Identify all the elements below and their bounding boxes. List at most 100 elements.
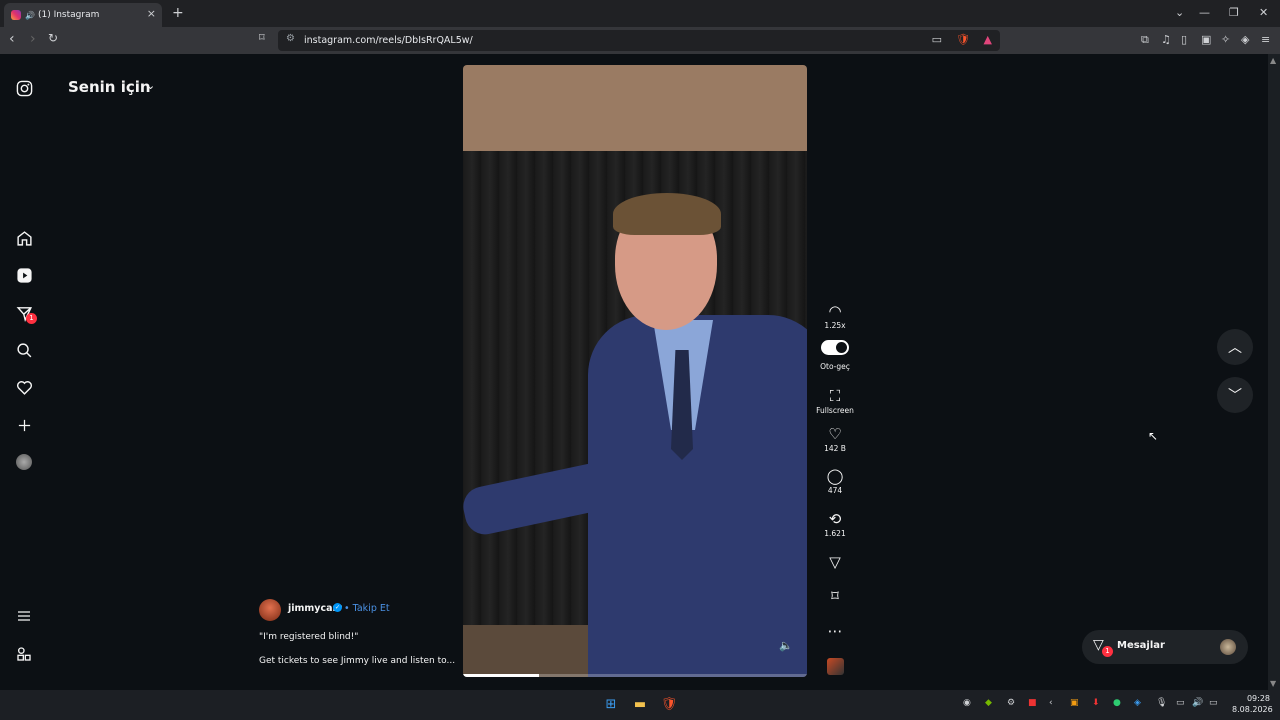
leo-ai-icon[interactable]: ✧: [1221, 33, 1230, 46]
speaker-icon[interactable]: 🔊: [1192, 698, 1203, 708]
scroll-down-icon[interactable]: ▼: [1270, 679, 1276, 688]
repost-icon: ⟲: [828, 510, 842, 528]
heart-icon: ♡: [828, 425, 842, 443]
messages-badge: 1: [1102, 646, 1113, 657]
ellipsis-icon: ⋯: [827, 622, 843, 640]
bookmark-icon[interactable]: ⌑: [259, 31, 265, 44]
new-tab-button[interactable]: +: [172, 5, 184, 21]
playback-speed-button[interactable]: ◠ 1.25x: [812, 302, 858, 330]
follow-button[interactable]: • Takip Et: [344, 603, 390, 614]
instagram-logo-icon[interactable]: [14, 78, 34, 98]
repost-button[interactable]: ⟲ 1.621: [812, 510, 858, 538]
tray-app-icon[interactable]: ⚙: [1007, 698, 1015, 708]
save-button[interactable]: ⌑: [812, 587, 858, 605]
extensions-icon[interactable]: ⧉: [1141, 33, 1149, 47]
windows-taskbar: ⊞ ▬ 🛡 ◉ ◆ ⚙ ■ ‹ ▣ ⬇ ● ◈ 🎙 ▭ 🔊 ▭ 09:28 8.…: [0, 690, 1280, 720]
system-clock[interactable]: 09:28 8.08.2026: [1232, 693, 1273, 715]
network-icon[interactable]: ▭: [1176, 698, 1185, 708]
tray-folder-icon[interactable]: ▣: [1070, 698, 1079, 708]
volume-icon[interactable]: 🔈: [779, 639, 793, 652]
search-icon[interactable]: [14, 340, 34, 360]
file-explorer-icon[interactable]: ▬: [631, 696, 649, 714]
like-button[interactable]: ♡ 142 B: [812, 425, 858, 453]
tray-nvidia-icon[interactable]: ◆: [985, 698, 992, 708]
also-from-meta-icon[interactable]: [14, 644, 34, 664]
tray-chevron-icon[interactable]: ‹: [1049, 698, 1053, 708]
sidebar-icon[interactable]: ▯: [1181, 33, 1187, 46]
cast-icon[interactable]: ▭: [932, 33, 942, 46]
speaker-icon[interactable]: 🔊: [25, 11, 35, 20]
share-button[interactable]: ▽: [812, 553, 858, 571]
clock-date: 8.08.2026: [1232, 705, 1273, 714]
address-toolbar: ‹ › ↻ ⌑ ⚙ instagram.com/reels/DbIsRrQAL5…: [0, 27, 1280, 54]
vpn-icon[interactable]: ◈: [1241, 33, 1249, 46]
chevron-down-icon: ﹀: [1228, 388, 1242, 404]
caption-line-1: "I'm registered blind!": [259, 632, 359, 642]
fullscreen-button[interactable]: ⛶ Fullscreen: [812, 387, 858, 415]
url-text: instagram.com/reels/DbIsRrQAL5w/: [304, 35, 473, 46]
brave-browser-icon[interactable]: 🛡: [660, 696, 678, 714]
home-icon[interactable]: [14, 228, 34, 248]
author-avatar[interactable]: [259, 599, 281, 621]
maximize-button[interactable]: ❐: [1229, 6, 1239, 19]
mouse-cursor-icon: ↖: [1148, 429, 1159, 443]
reel-video[interactable]: 🔈: [463, 65, 807, 677]
tray-update-icon[interactable]: ●: [1113, 698, 1121, 708]
chevron-up-icon: ︿: [1228, 340, 1242, 356]
menu-icon[interactable]: ≡: [1261, 33, 1270, 46]
close-tab-icon[interactable]: ×: [147, 7, 156, 20]
browser-tab[interactable]: 🔊 (1) Instagram ×: [4, 3, 162, 27]
likes-count: 142 B: [824, 444, 846, 453]
brave-shield-icon[interactable]: 🛡: [956, 33, 970, 46]
send-icon: ▽: [829, 553, 841, 571]
comment-button[interactable]: ◯ 474: [812, 467, 858, 495]
fullscreen-icon: ⛶: [829, 387, 841, 405]
tab-search-icon[interactable]: ⌄: [1175, 6, 1184, 19]
scroll-up-icon[interactable]: ▲: [1270, 56, 1276, 65]
browser-tab-bar: 🔊 (1) Instagram × + ⌄ — ❐ ✕: [0, 0, 1280, 27]
chevron-down-icon[interactable]: ⌄: [146, 79, 155, 92]
next-reel-button[interactable]: ﹀: [1217, 377, 1253, 413]
forward-icon[interactable]: ›: [30, 31, 36, 47]
caption-line-2[interactable]: Get tickets to see Jimmy live and listen…: [259, 656, 455, 666]
video-wall: [463, 65, 807, 151]
notifications-heart-icon[interactable]: [14, 377, 34, 397]
video-progress-bar[interactable]: [463, 674, 807, 677]
create-plus-icon[interactable]: [14, 415, 34, 435]
tray-record-icon[interactable]: ■: [1028, 698, 1037, 708]
messages-panel-button[interactable]: ▽ 1 Mesajlar: [1082, 630, 1248, 664]
page-scrollbar[interactable]: ▲ ▼: [1268, 54, 1280, 690]
comments-count: 474: [827, 486, 843, 495]
autoplay-toggle[interactable]: Oto-geç: [812, 340, 858, 371]
close-window-button[interactable]: ✕: [1259, 6, 1268, 19]
battery-icon[interactable]: ▭: [1209, 698, 1218, 708]
bookmark-save-icon: ⌑: [831, 587, 839, 605]
feed-title[interactable]: Senin için: [68, 78, 151, 96]
reels-icon[interactable]: [14, 265, 34, 285]
profile-avatar[interactable]: [16, 454, 32, 470]
dm-badge: 1: [26, 313, 37, 324]
speedometer-icon: ◠: [828, 302, 842, 320]
audio-track-thumbnail[interactable]: [827, 658, 844, 675]
autoplay-label: Oto-geç: [820, 362, 850, 371]
back-icon[interactable]: ‹: [9, 31, 15, 47]
media-icon[interactable]: ♫: [1161, 33, 1171, 46]
minimize-button[interactable]: —: [1199, 6, 1210, 19]
tray-download-icon[interactable]: ⬇: [1092, 698, 1100, 708]
brave-rewards-icon[interactable]: ▲: [984, 33, 992, 46]
messages-label: Mesajlar: [1117, 640, 1165, 651]
microphone-icon[interactable]: 🎙: [1156, 698, 1167, 708]
url-field[interactable]: ⚙ instagram.com/reels/DbIsRrQAL5w/ ▭ 🛡 ▲: [278, 30, 1000, 51]
reload-icon[interactable]: ↻: [48, 31, 58, 45]
instagram-page: Senin için ⌄ 1 🔈 ◠ 1.25x Oto-geç ⛶ Fulls…: [0, 54, 1268, 690]
more-options-button[interactable]: ⋯: [812, 622, 858, 640]
tab-title: (1) Instagram: [37, 10, 100, 20]
more-menu-icon[interactable]: [14, 606, 34, 626]
previous-reel-button[interactable]: ︿: [1217, 329, 1253, 365]
tray-steam-icon[interactable]: ◉: [963, 698, 971, 708]
windows-start-icon[interactable]: ⊞: [602, 696, 620, 714]
wallet-icon[interactable]: ▣: [1201, 33, 1211, 46]
site-info-icon[interactable]: ⚙: [286, 33, 295, 44]
tray-shield-icon[interactable]: ◈: [1134, 698, 1141, 708]
fullscreen-label: Fullscreen: [816, 406, 854, 415]
